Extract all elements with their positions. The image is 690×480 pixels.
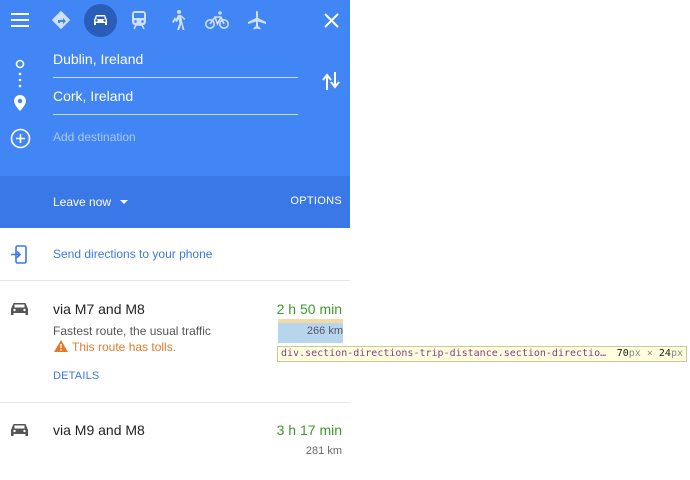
route-distance: 281 km <box>305 445 342 457</box>
route-duration: 2 h 50 min <box>276 301 342 317</box>
tooltip-unit: px <box>628 348 641 359</box>
send-to-phone-row[interactable]: Send directions to your phone <box>0 228 350 281</box>
route-distance: 266 km <box>306 325 343 337</box>
route-title: via M9 and M8 <box>53 422 145 438</box>
plane-icon[interactable] <box>247 10 267 30</box>
chevron-down-icon[interactable] <box>120 200 128 204</box>
destination-pin-icon <box>14 95 26 111</box>
origin-value: Dublin, Ireland <box>53 51 144 67</box>
origin-field[interactable]: Dublin, Ireland <box>53 50 298 78</box>
leave-now-dropdown[interactable]: Leave now <box>53 195 111 209</box>
swap-icon[interactable] <box>322 71 340 91</box>
send-to-phone-label: Send directions to your phone <box>53 247 213 261</box>
add-destination-field[interactable]: Add destination <box>53 126 298 154</box>
car-icon <box>10 301 29 317</box>
destination-value: Cork, Ireland <box>53 88 134 104</box>
route-description: Fastest route, the usual traffic <box>53 324 211 338</box>
tooltip-selector: div.section-directions-trip-distance.sec… <box>281 348 607 359</box>
menu-icon[interactable] <box>11 12 29 28</box>
tooltip-width: 70 <box>616 348 629 359</box>
tooltip-unit: px <box>670 348 683 359</box>
send-to-phone-icon <box>11 245 27 264</box>
directions-panel: Dublin, Ireland Cork, Ireland Add destin… <box>0 0 350 480</box>
walk-icon[interactable] <box>169 9 187 31</box>
warning-icon <box>54 340 68 352</box>
origin-marker-icon <box>15 59 25 95</box>
car-icon[interactable] <box>84 4 117 37</box>
directions-header: Dublin, Ireland Cork, Ireland Add destin… <box>0 0 350 176</box>
car-icon <box>10 422 29 438</box>
bike-icon[interactable] <box>205 10 229 30</box>
tooltip-times: × <box>646 348 653 359</box>
train-icon[interactable] <box>130 10 148 30</box>
add-destination-placeholder: Add destination <box>53 130 136 144</box>
route-duration: 3 h 17 min <box>276 422 342 438</box>
route-title: via M7 and M8 <box>53 301 145 317</box>
tolls-warning: This route has tolls. <box>72 340 177 354</box>
route-option-2[interactable]: via M9 and M8 3 h 17 min 281 km <box>0 403 350 480</box>
directions-icon[interactable] <box>51 10 71 30</box>
options-button[interactable]: OPTIONS <box>290 195 342 207</box>
destination-field[interactable]: Cork, Ireland <box>53 87 298 115</box>
close-icon[interactable] <box>324 13 339 28</box>
add-destination-icon[interactable] <box>10 128 31 149</box>
details-link[interactable]: DETAILS <box>53 370 99 382</box>
route-distance-highlight: 266 km <box>278 319 343 343</box>
tooltip-height: 24 <box>658 348 671 359</box>
tooltip-dimensions: 70px × 24px <box>613 348 683 359</box>
devtools-inspect-tooltip: div.section-directions-trip-distance.sec… <box>277 346 687 362</box>
